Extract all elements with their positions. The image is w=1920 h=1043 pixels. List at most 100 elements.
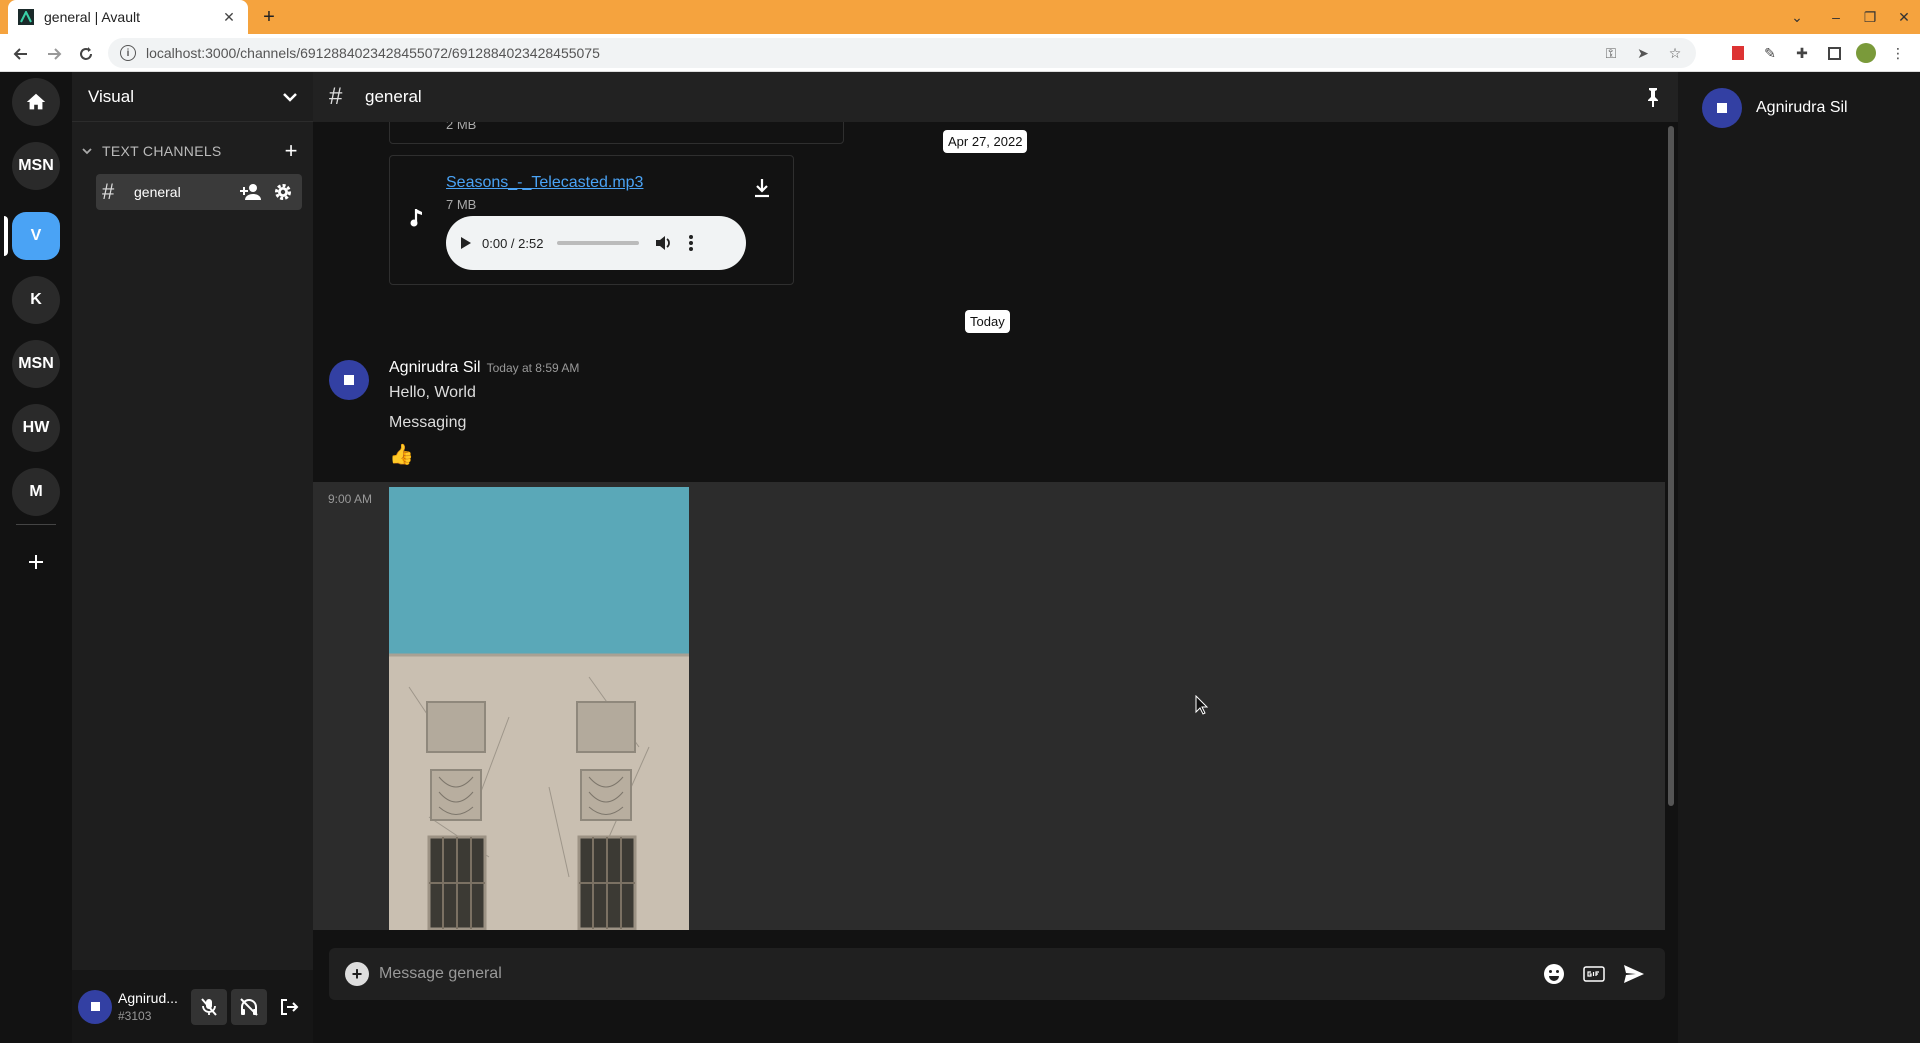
invite-user-icon[interactable] xyxy=(238,179,264,205)
thumbs-up-emoji: 👍 xyxy=(389,444,414,466)
user-name: Agnirud... xyxy=(118,990,178,1006)
collapse-chevron-icon[interactable] xyxy=(82,147,96,155)
server-header[interactable]: Visual xyxy=(72,72,313,122)
close-window-icon[interactable]: ✕ xyxy=(1892,6,1916,28)
music-note-icon xyxy=(410,208,424,228)
gif-picker-icon[interactable] xyxy=(1579,959,1609,989)
add-attachment-icon[interactable]: + xyxy=(345,962,369,986)
share-icon[interactable]: ➤ xyxy=(1634,44,1652,62)
extension-red-icon[interactable] xyxy=(1728,43,1748,63)
server-rail: MSN V K MSN HW M xyxy=(0,72,72,1043)
reload-icon[interactable] xyxy=(75,43,97,65)
server-icon[interactable]: K xyxy=(12,276,60,324)
emoji-picker-icon[interactable] xyxy=(1539,959,1569,989)
new-tab-icon[interactable]: + xyxy=(258,6,280,28)
server-icon[interactable]: M xyxy=(12,468,60,516)
date-divider: Apr 27, 2022 xyxy=(943,130,1028,153)
close-tab-icon[interactable]: ✕ xyxy=(220,8,238,26)
message-author[interactable]: Agnirudra Sil xyxy=(389,359,481,377)
active-server-indicator xyxy=(4,216,8,256)
back-icon[interactable] xyxy=(10,43,32,65)
server-icon[interactable]: MSN xyxy=(12,340,60,388)
hash-icon: # xyxy=(329,83,343,110)
address-bar-row: i localhost:3000/channels/69128840234284… xyxy=(0,34,1920,72)
composer-area: + xyxy=(313,930,1678,1043)
message-input[interactable] xyxy=(379,965,1529,983)
profile-avatar-icon[interactable] xyxy=(1856,43,1876,63)
hash-icon: # xyxy=(102,179,115,204)
message-text: Messaging xyxy=(389,414,467,431)
extensions-puzzle-icon[interactable]: ✚ xyxy=(1792,43,1812,63)
server-name: Visual xyxy=(88,86,134,106)
user-discriminator: #3103 xyxy=(118,1009,152,1023)
avatar[interactable] xyxy=(329,360,369,400)
pinned-messages-icon[interactable] xyxy=(1644,87,1662,107)
chevron-down-icon[interactable] xyxy=(283,92,297,102)
volume-icon[interactable] xyxy=(655,235,673,251)
tab-title: general | Avault xyxy=(44,9,141,25)
attachment-size: 2 MB xyxy=(446,122,477,132)
message-timestamp: Today at 8:59 AM xyxy=(486,361,580,375)
image-attachment[interactable] xyxy=(389,487,689,930)
send-icon[interactable] xyxy=(1619,959,1649,989)
home-button[interactable] xyxy=(12,78,60,126)
forward-icon[interactable] xyxy=(43,43,65,65)
browser-tab[interactable]: general | Avault ✕ xyxy=(8,0,248,34)
rail-divider xyxy=(16,524,56,525)
channel-header: # general xyxy=(313,72,1678,122)
message-scrollbar-thumb[interactable] xyxy=(1668,126,1674,806)
avatar[interactable] xyxy=(78,989,112,1024)
extension-dropper-icon[interactable]: ✎ xyxy=(1760,43,1780,63)
message-composer: + xyxy=(329,948,1665,1000)
site-info-icon[interactable]: i xyxy=(120,45,136,61)
mouse-cursor-icon xyxy=(1195,695,1209,715)
restore-icon[interactable]: ❐ xyxy=(1858,6,1882,28)
logout-button[interactable] xyxy=(271,989,307,1025)
mute-mic-button[interactable] xyxy=(191,988,227,1025)
audio-progress-bar[interactable] xyxy=(557,241,640,245)
category-text-channels[interactable]: TEXT CHANNELS + xyxy=(82,138,302,164)
url-text: localhost:3000/channels/6912884023428455… xyxy=(146,45,600,61)
channel-item-label: general xyxy=(134,184,181,200)
play-icon[interactable] xyxy=(460,236,472,250)
avatar xyxy=(1702,88,1742,128)
date-divider: Today xyxy=(965,310,1010,333)
bookmark-star-icon[interactable]: ☆ xyxy=(1666,44,1684,62)
deafen-button[interactable] xyxy=(231,988,267,1025)
audio-filename-link[interactable]: Seasons_-_Telecasted.mp3 xyxy=(446,174,643,192)
browser-menu-icon[interactable]: ⋮ xyxy=(1888,43,1908,63)
previous-attachment: 2 MB xyxy=(389,122,844,144)
member-item[interactable]: Agnirudra Sil xyxy=(1702,86,1848,130)
player-more-icon[interactable] xyxy=(689,235,694,251)
channel-sidebar: Visual TEXT CHANNELS + # general Agnirud… xyxy=(72,72,313,1043)
message-header: Agnirudra Sil Today at 8:59 AM xyxy=(389,359,579,377)
app-root: MSN V K MSN HW M Visual TEXT CHANNELS + … xyxy=(0,72,1920,1043)
download-icon[interactable] xyxy=(754,178,770,198)
create-channel-icon[interactable]: + xyxy=(280,138,302,164)
key-icon[interactable]: ⚿ xyxy=(1602,44,1620,62)
browser-tab-bar: general | Avault ✕ + ⌄ – ❐ ✕ xyxy=(0,0,1920,34)
channel-settings-gear-icon[interactable] xyxy=(270,179,296,205)
add-server-button[interactable] xyxy=(12,538,60,586)
message-text: Hello, World xyxy=(389,384,476,401)
audio-attachment: Seasons_-_Telecasted.mp3 7 MB 0:00 / 2:5… xyxy=(389,155,794,285)
audio-player: 0:00 / 2:52 xyxy=(446,216,746,270)
app-favicon-icon xyxy=(18,9,34,25)
minimize-icon[interactable]: – xyxy=(1824,6,1848,28)
side-panel-icon[interactable] xyxy=(1824,43,1844,63)
server-icon[interactable]: HW xyxy=(12,404,60,452)
server-icon-active[interactable]: V xyxy=(12,212,60,260)
message-hover-time: 9:00 AM xyxy=(328,492,373,506)
audio-time: 0:00 / 2:52 xyxy=(482,235,544,251)
member-name: Agnirudra Sil xyxy=(1756,99,1848,116)
tab-search-icon[interactable]: ⌄ xyxy=(1785,6,1809,28)
message-list: 2 MB Apr 27, 2022 Seasons_-_Telecasted.m… xyxy=(313,122,1665,930)
audio-filesize: 7 MB xyxy=(446,197,477,212)
channel-item-general[interactable]: # general xyxy=(96,174,302,210)
category-label: TEXT CHANNELS xyxy=(102,143,222,159)
message-row-hovered: 9:00 AM xyxy=(313,482,1665,930)
server-icon[interactable]: MSN xyxy=(12,142,60,190)
omnibox[interactable]: i localhost:3000/channels/69128840234284… xyxy=(108,38,1696,68)
channel-title: general xyxy=(365,87,422,106)
user-panel: Agnirud... #3103 xyxy=(72,970,313,1043)
